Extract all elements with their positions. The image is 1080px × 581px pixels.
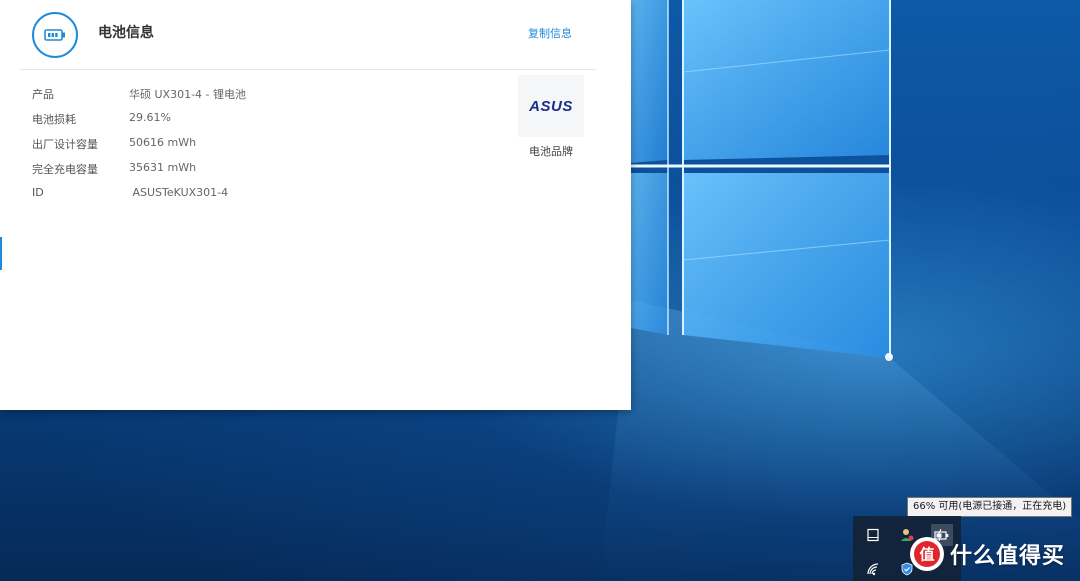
battery-info-panel: 电池信息 复制信息 产品 华硕 UX301-4 - 锂电池 电池损耗 29.61… — [0, 0, 631, 410]
info-label: 电池损耗 — [32, 113, 76, 126]
battery-icon — [32, 12, 78, 58]
brand-caption: 电池品牌 — [529, 145, 573, 158]
info-value: 35631 mWh — [129, 161, 197, 174]
panel-left-accent — [0, 237, 2, 270]
info-value: 50616 mWh — [129, 136, 197, 149]
smzdm-logo-icon: 值 — [910, 537, 944, 571]
info-row-product: 产品 华硕 UX301-4 - 锂电池 — [32, 86, 332, 104]
info-value: 29.61% — [129, 111, 171, 124]
watermark: 值 什么值得买 — [910, 536, 1065, 572]
panel-title: 电池信息 — [98, 25, 154, 41]
info-row-design-capacity: 出厂设计容量 50616 mWh — [32, 136, 332, 154]
svg-text:ASUS: ASUS — [528, 98, 573, 115]
svg-text:值: 值 — [919, 546, 934, 564]
wifi-icon[interactable] — [864, 560, 882, 578]
info-label: 完全充电容量 — [32, 163, 98, 176]
info-value: 华硕 UX301-4 - 锂电池 — [129, 88, 247, 101]
panel-header: 电池信息 复制信息 — [20, 0, 596, 70]
tablet-icon[interactable] — [864, 526, 882, 544]
battery-tooltip: 66% 可用(电源已接通，正在充电) — [907, 497, 1073, 517]
copy-info-button[interactable]: 复制信息 — [528, 25, 572, 41]
info-row-full-capacity: 完全充电容量 35631 mWh — [32, 161, 332, 179]
brand-logo: ASUS — [518, 75, 584, 137]
info-label: 产品 — [32, 88, 54, 101]
watermark-text: 什么值得买 — [950, 544, 1066, 569]
info-value: ASUSTeKUX301-4 — [129, 186, 229, 199]
info-row-wear: 电池损耗 29.61% — [32, 111, 332, 129]
info-row-id: ID ASUSTeKUX301-4 — [32, 186, 332, 204]
info-label: 出厂设计容量 — [32, 138, 98, 151]
asus-logo-icon: ASUS — [528, 98, 573, 115]
info-label: ID — [32, 186, 44, 199]
